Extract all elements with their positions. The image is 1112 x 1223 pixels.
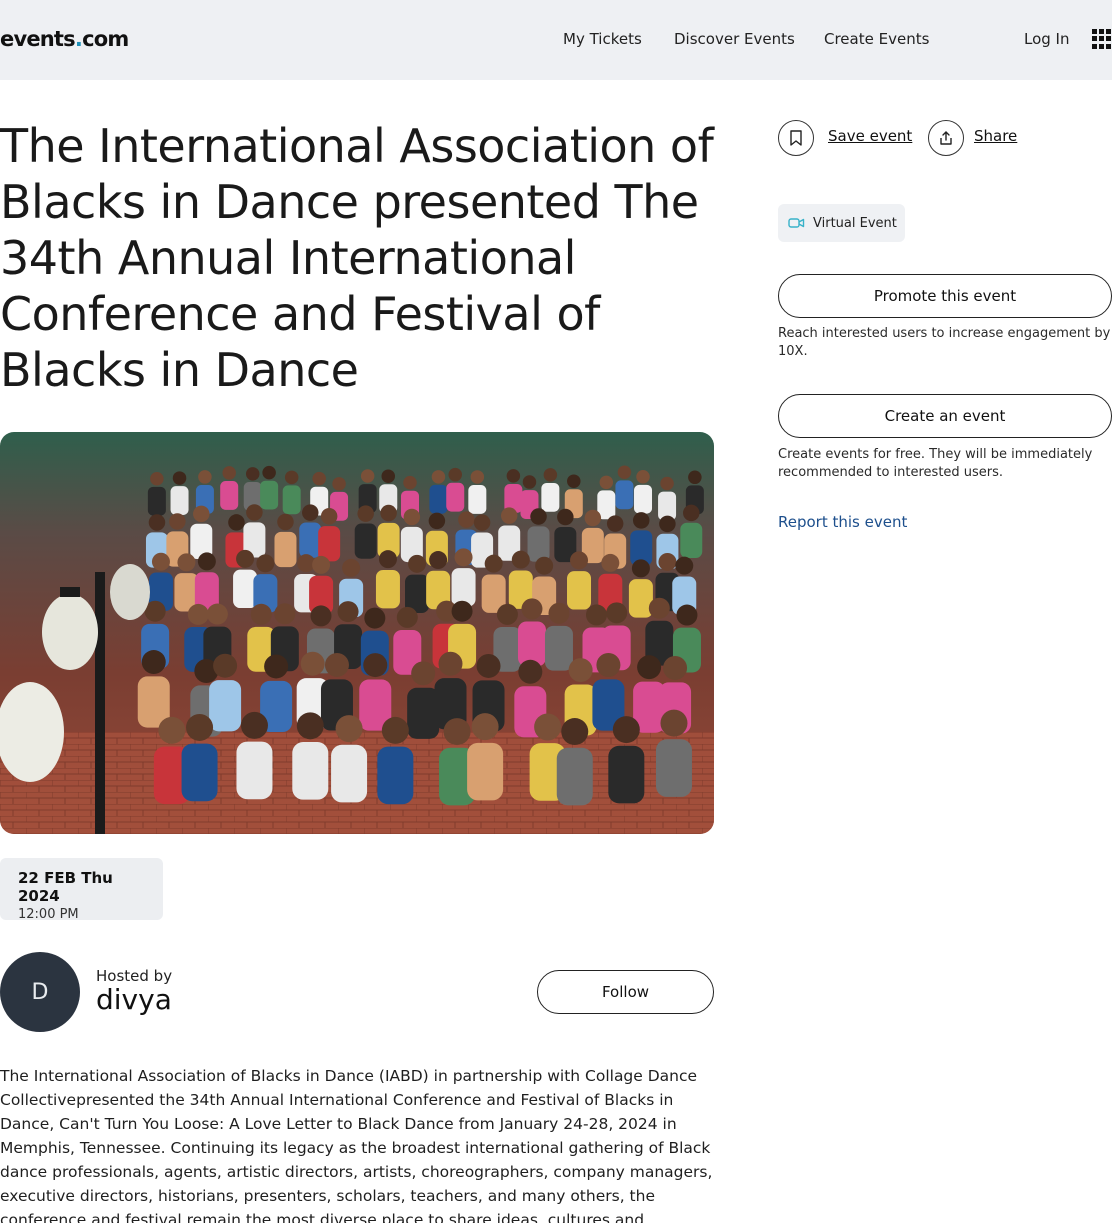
follow-button[interactable]: Follow [537, 970, 714, 1014]
event-hero-image [0, 432, 714, 834]
site-logo[interactable]: events.com [0, 27, 129, 51]
grid-menu-icon[interactable] [1092, 29, 1112, 49]
bookmark-icon [790, 130, 802, 146]
report-event-link[interactable]: Report this event [778, 513, 907, 531]
nav-my-tickets[interactable]: My Tickets [563, 30, 642, 48]
create-event-button[interactable]: Create an event [778, 394, 1112, 438]
nav-discover-events[interactable]: Discover Events [674, 30, 795, 48]
share-icon [940, 131, 952, 145]
save-event-button[interactable] [778, 120, 814, 156]
create-help-text: Create events for free. They will be imm… [778, 447, 1093, 480]
top-navigation-bar: events.com My Tickets Discover Events Cr… [0, 0, 1112, 80]
host-avatar[interactable]: D [0, 952, 80, 1032]
event-description: The International Association of Blacks … [0, 1067, 713, 1223]
promote-event-button[interactable]: Promote this event [778, 274, 1112, 318]
logo-dot: . [74, 27, 83, 51]
save-event-link[interactable]: Save event [828, 127, 912, 145]
video-camera-icon [788, 218, 805, 228]
event-date: 22 FEB Thu 2024 [18, 869, 113, 905]
logo-name: events [0, 27, 76, 51]
host-name[interactable]: divya [96, 983, 172, 1016]
event-date-box: 22 FEB Thu 2024 12:00 PM [0, 858, 163, 922]
nav-create-events[interactable]: Create Events [824, 30, 929, 48]
log-in-link[interactable]: Log In [1024, 30, 1070, 48]
event-time: 12:00 PM [18, 907, 79, 922]
event-title: The International Association of Blacks … [0, 119, 714, 397]
virtual-event-badge: Virtual Event [778, 204, 905, 242]
promote-help-text: Reach interested users to increase engag… [778, 326, 1111, 359]
virtual-event-label: Virtual Event [813, 215, 897, 231]
share-link[interactable]: Share [974, 127, 1017, 145]
logo-tld: com [82, 27, 129, 51]
share-button[interactable] [928, 120, 964, 156]
